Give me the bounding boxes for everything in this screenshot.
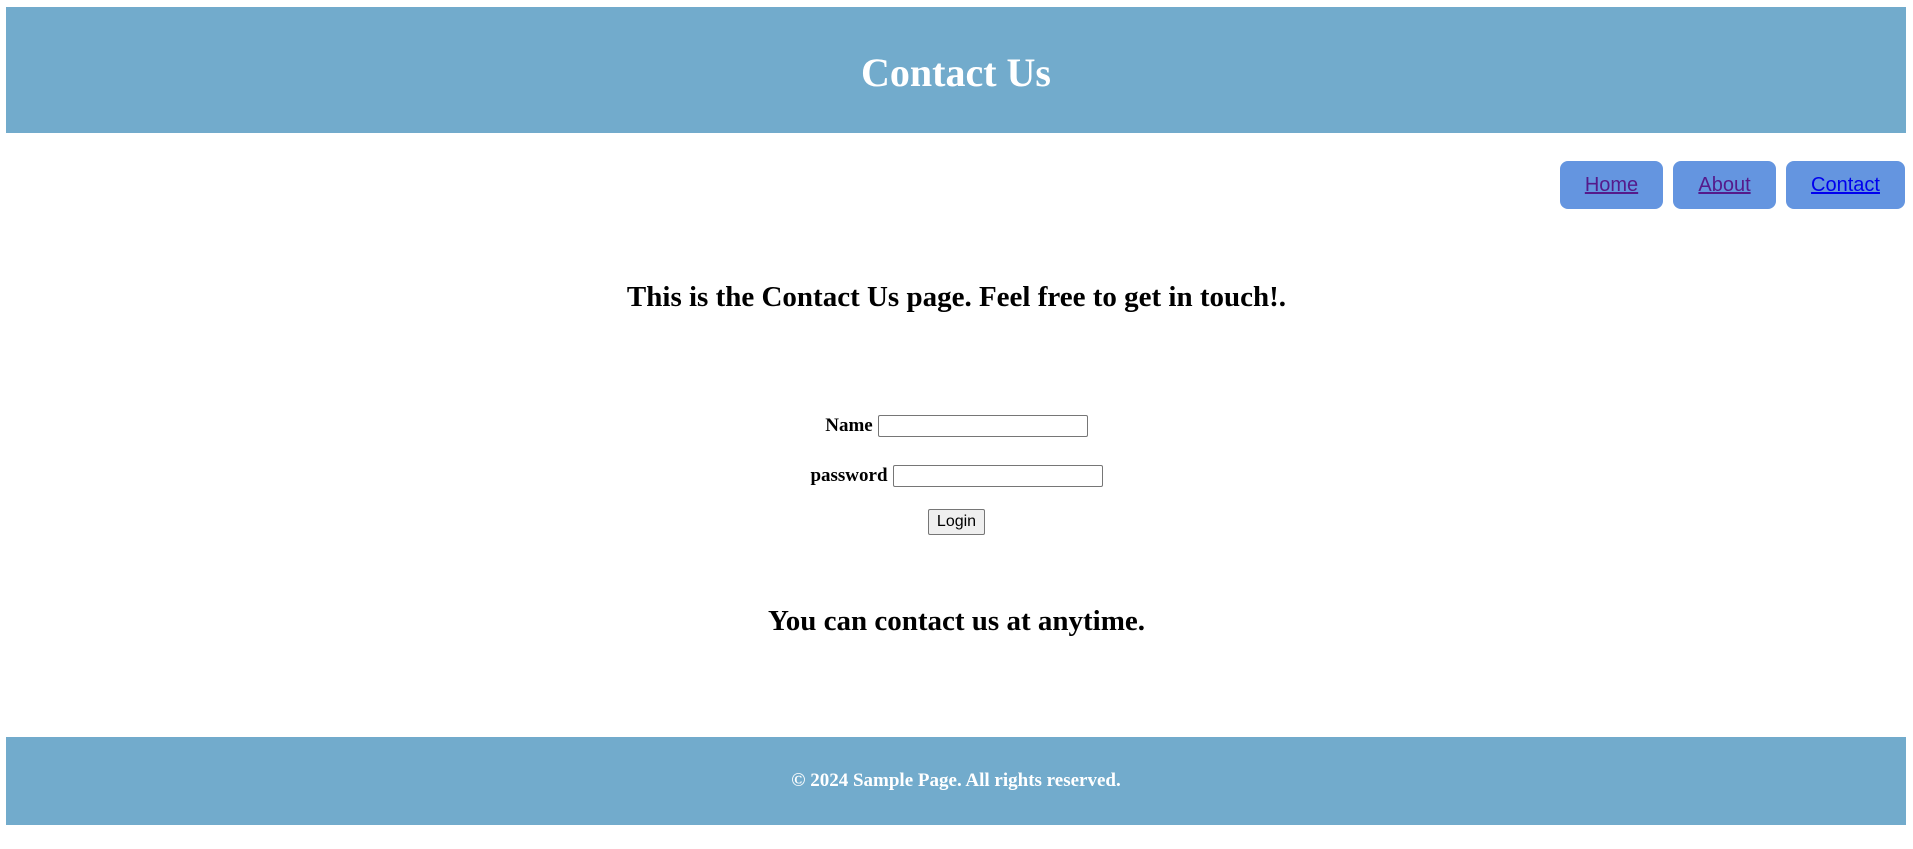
password-input[interactable] (892, 465, 1103, 487)
login-form: Name password Login (0, 412, 1913, 558)
name-label: Name (825, 415, 873, 436)
footer-copyright: © 2024 Sample Page. All rights reserved. (791, 770, 1121, 791)
nav-contact-link[interactable]: Contact (1786, 161, 1905, 209)
login-row: Login (927, 508, 986, 536)
page-title: Contact Us (861, 50, 1051, 95)
page-header: Contact Us (6, 7, 1906, 133)
password-label: password (810, 465, 888, 486)
name-row: Name (825, 412, 1088, 440)
page-footer: © 2024 Sample Page. All rights reserved. (6, 737, 1906, 825)
page: Contact Us Home About Contact This is th… (0, 0, 1913, 849)
intro-heading: This is the Contact Us page. Feel free t… (626, 281, 1287, 313)
nav-about-link[interactable]: About (1673, 161, 1776, 209)
name-input[interactable] (877, 415, 1088, 437)
password-row: password (810, 462, 1103, 490)
login-button[interactable]: Login (927, 509, 986, 535)
nav-home-link[interactable]: Home (1560, 161, 1663, 209)
top-nav: Home About Contact (1560, 161, 1905, 209)
outro-heading: You can contact us at anytime. (768, 605, 1145, 637)
